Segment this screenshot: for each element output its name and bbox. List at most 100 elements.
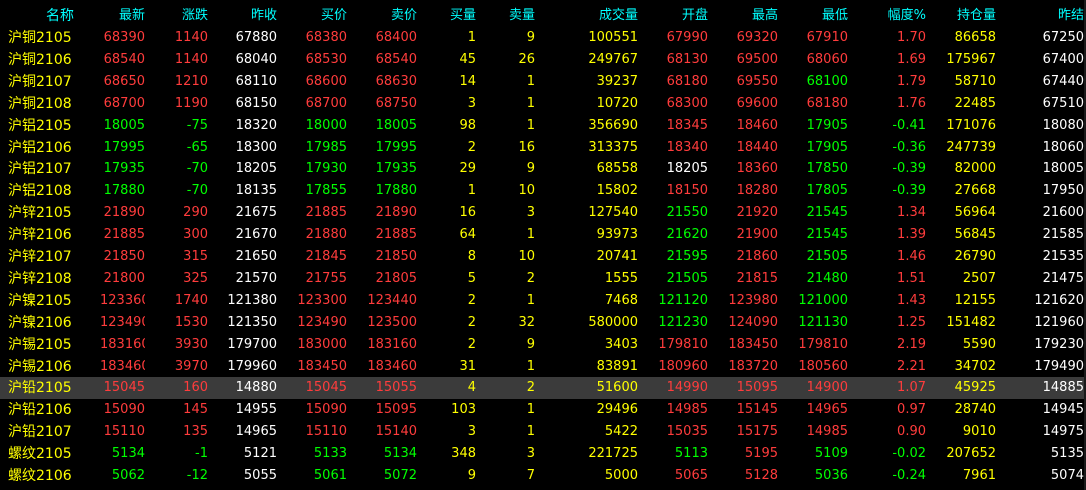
cell-bid-vol: 3 xyxy=(467,95,476,111)
table-row[interactable]: 沪锡2105 183160 3930 179700 183000 183160 2 9 3403… xyxy=(0,334,1086,356)
cell-ask-vol: 1 xyxy=(526,73,535,89)
cell-open-interest: 45925 xyxy=(954,380,996,396)
column-header-ask[interactable]: 卖价 xyxy=(360,5,417,27)
cell-prev-close: 21570 xyxy=(235,270,277,286)
cell-pct: -0.41 xyxy=(892,117,926,133)
cell-ask: 15055 xyxy=(375,380,417,396)
cell-open: 5065 xyxy=(674,468,708,483)
table-row[interactable]: 沪铜2105 68390 1140 67880 68380 68400 1 9 100551 67… xyxy=(0,27,1086,49)
cell-open: 68130 xyxy=(666,51,708,67)
table-row[interactable]: 沪铝2105 18005 -75 18320 18000 18005 98 1 356690 18… xyxy=(0,115,1086,137)
cell-pct: 1.46 xyxy=(897,249,926,264)
cell-volume: 580000 xyxy=(588,314,638,330)
column-header-change[interactable]: 涨跌 xyxy=(160,5,208,27)
column-header-low[interactable]: 最低 xyxy=(790,5,848,27)
cell-name: 螺纹2105 xyxy=(8,446,72,463)
column-header-prev-close[interactable]: 昨收 xyxy=(220,5,277,27)
cell-name: 沪铝2107 xyxy=(8,161,72,178)
cell-last: 21890 xyxy=(103,205,145,221)
cell-last: 68390 xyxy=(103,30,145,45)
cell-change: 1530 xyxy=(174,314,208,330)
cell-bid: 5061 xyxy=(313,468,347,483)
cell-pct: 1.43 xyxy=(897,292,926,308)
column-header-pct[interactable]: 幅度% xyxy=(860,5,926,27)
cell-prev-close: 14965 xyxy=(235,424,277,440)
cell-ask-vol: 7 xyxy=(526,468,535,483)
column-header-open[interactable]: 开盘 xyxy=(650,5,708,27)
column-header-bid[interactable]: 买价 xyxy=(290,5,347,27)
table-row[interactable]: 沪锌2106 21885 300 21670 21880 21885 64 1 93973 216… xyxy=(0,224,1086,246)
cell-ask: 17880 xyxy=(375,183,417,199)
cell-low: 68060 xyxy=(806,51,848,67)
cell-high: 69500 xyxy=(736,51,778,67)
cell-change: 135 xyxy=(183,424,208,440)
cell-ask-vol: 1 xyxy=(526,292,535,308)
cell-open: 121230 xyxy=(658,314,708,330)
cell-bid: 21885 xyxy=(305,205,347,221)
cell-ask: 21890 xyxy=(375,205,417,221)
cell-ask-vol: 9 xyxy=(526,336,535,352)
column-header-prev-settle[interactable]: 昨结 xyxy=(1010,5,1084,27)
cell-bid: 183000 xyxy=(297,336,347,352)
table-row[interactable]: 沪铜2106 68540 1140 68040 68530 68540 45 26 249767… xyxy=(0,49,1086,71)
cell-prev-close: 21670 xyxy=(235,227,277,243)
cell-open: 18205 xyxy=(666,161,708,177)
cell-pct: -0.39 xyxy=(892,183,926,199)
table-row[interactable]: 沪铝2107 17935 -70 18205 17930 17935 29 9 68558 182… xyxy=(0,158,1086,180)
column-header-volume[interactable]: 成交量 xyxy=(560,5,638,27)
cell-prev-close: 121380 xyxy=(227,292,277,308)
cell-high: 69600 xyxy=(736,95,778,111)
cell-change: 1740 xyxy=(174,292,208,308)
cell-change: 1210 xyxy=(174,73,208,89)
cell-open: 21550 xyxy=(666,205,708,221)
cell-ask-vol: 3 xyxy=(526,446,535,462)
cell-low: 17905 xyxy=(806,139,848,155)
cell-prev-close: 18135 xyxy=(235,183,277,199)
cell-last: 183460 xyxy=(100,358,145,374)
cell-prev-close: 14880 xyxy=(235,380,277,396)
cell-bid-vol: 348 xyxy=(451,446,476,462)
cell-open-interest: 171076 xyxy=(946,117,996,133)
cell-name: 沪铜2106 xyxy=(8,51,72,68)
cell-change: 315 xyxy=(183,249,208,264)
cell-bid-vol: 2 xyxy=(467,314,476,330)
cell-high: 15095 xyxy=(736,380,778,396)
cell-ask: 183160 xyxy=(367,336,417,352)
cell-bid-vol: 1 xyxy=(467,30,476,45)
cell-bid-vol: 98 xyxy=(459,117,476,133)
table-row[interactable]: 沪铝2106 17995 -65 18300 17985 17995 2 16 313375 18… xyxy=(0,137,1086,159)
column-header-ask-vol[interactable]: 卖量 xyxy=(490,5,535,27)
cell-ask-vol: 2 xyxy=(526,270,535,286)
column-header-open-interest[interactable]: 持仓量 xyxy=(930,5,996,27)
table-row[interactable]: 沪铝2108 17880 -70 18135 17855 17880 1 10 15802 181… xyxy=(0,180,1086,202)
table-row[interactable]: 沪镍2105 123360 1740 121380 123300 123440 2 1 7468… xyxy=(0,290,1086,312)
cell-low: 14985 xyxy=(806,424,848,440)
column-header-bid-vol[interactable]: 买量 xyxy=(430,5,476,27)
table-row[interactable]: 沪锌2107 21850 315 21650 21845 21850 8 10 20741 215… xyxy=(0,246,1086,268)
cell-high: 18440 xyxy=(736,139,778,155)
cell-open-interest: 207652 xyxy=(946,446,996,462)
table-row[interactable]: 螺纹2105 5134 -1 5121 5133 5134 348 3 221725 5113 51… xyxy=(0,443,1086,465)
table-row[interactable]: 沪锡2106 183460 3970 179960 183450 183460 31 1 838… xyxy=(0,356,1086,378)
table-row[interactable]: 沪铜2107 68650 1210 68110 68600 68630 14 1 39237 68… xyxy=(0,71,1086,93)
table-row[interactable]: 沪锌2108 21800 325 21570 21755 21805 5 2 1555 21505… xyxy=(0,268,1086,290)
cell-bid-vol: 3 xyxy=(467,424,476,440)
table-row[interactable]: 沪铅2107 15110 135 14965 15110 15140 3 1 5422 15035… xyxy=(0,421,1086,443)
cell-ask: 17995 xyxy=(375,139,417,155)
cell-bid-vol: 2 xyxy=(467,292,476,308)
cell-bid: 21880 xyxy=(305,227,347,243)
table-row[interactable]: 沪铜2108 68700 1190 68150 68700 68750 3 1 10720 683… xyxy=(0,93,1086,115)
cell-ask: 123440 xyxy=(367,292,417,308)
column-header-name[interactable]: 名称 xyxy=(8,5,74,27)
table-row[interactable]: 沪铅2106 15090 145 14955 15090 15095 103 1 29496 14… xyxy=(0,399,1086,421)
cell-last: 17995 xyxy=(103,139,145,155)
cell-bid-vol: 2 xyxy=(467,139,476,155)
table-row[interactable]: 螺纹2106 5062 -12 5055 5061 5072 9 7 5000 5065 5128 5… xyxy=(0,465,1086,487)
column-header-high[interactable]: 最高 xyxy=(720,5,778,27)
table-row[interactable]: 沪铅2105 15045 160 14880 15045 15055 4 2 51600 1499… xyxy=(0,377,1086,400)
table-row[interactable]: 沪锌2105 21890 290 21675 21885 21890 16 3 127540 21… xyxy=(0,202,1086,224)
cell-last: 68700 xyxy=(103,95,145,111)
table-row[interactable]: 沪镍2106 123490 1530 121350 123490 123500 2 32 580… xyxy=(0,312,1086,334)
cell-bid-vol: 9 xyxy=(467,468,476,483)
column-header-last[interactable]: 最新 xyxy=(100,5,145,27)
